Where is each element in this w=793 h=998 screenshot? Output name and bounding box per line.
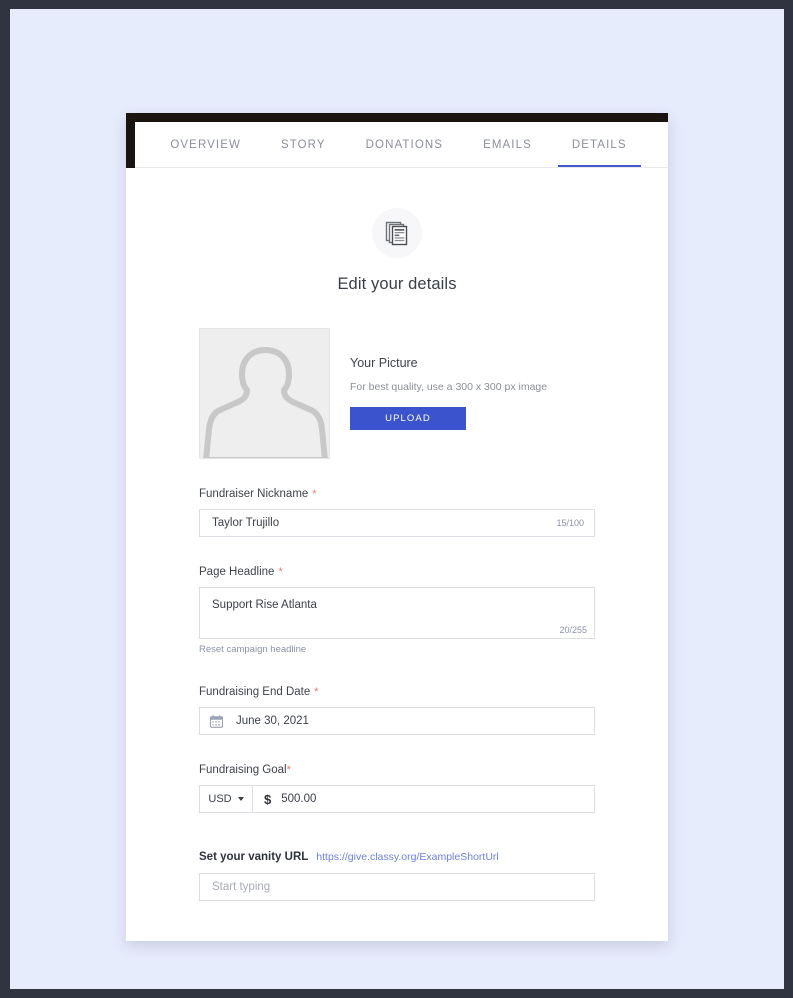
details-card: OVERVIEW STORY DONATIONS EMAILS DETAILS bbox=[126, 113, 668, 941]
goal-input-row: USD $ bbox=[199, 785, 595, 813]
field-fundraising-goal: Fundraising Goal* USD $ bbox=[199, 764, 595, 813]
tab-donations-label: DONATIONS bbox=[365, 138, 444, 151]
vanity-url-input[interactable] bbox=[210, 880, 584, 894]
tab-bar: OVERVIEW STORY DONATIONS EMAILS DETAILS bbox=[135, 122, 668, 168]
vanity-url-label: Set your vanity URL bbox=[199, 851, 309, 863]
vanity-label-row: Set your vanity URL https://give.classy.… bbox=[199, 851, 595, 863]
field-fundraiser-nickname: Fundraiser Nickname* 15/100 bbox=[199, 488, 595, 537]
nickname-input-wrap[interactable]: 15/100 bbox=[199, 509, 595, 537]
headline-label-text: Page Headline bbox=[199, 566, 275, 578]
tab-emails[interactable]: EMAILS bbox=[463, 122, 552, 167]
end-date-label: Fundraising End Date * bbox=[199, 686, 595, 698]
avatar[interactable] bbox=[199, 328, 330, 459]
end-date-label-text: Fundraising End Date bbox=[199, 686, 311, 698]
tab-story[interactable]: STORY bbox=[261, 122, 346, 167]
required-indicator: * bbox=[286, 764, 291, 776]
nickname-char-counter: 15/100 bbox=[556, 518, 584, 528]
currency-select[interactable]: USD bbox=[200, 786, 253, 812]
end-date-input[interactable] bbox=[234, 714, 584, 728]
headline-label: Page Headline * bbox=[199, 566, 595, 578]
page-canvas: OVERVIEW STORY DONATIONS EMAILS DETAILS bbox=[10, 9, 784, 989]
nickname-label-text: Fundraiser Nickname bbox=[199, 488, 309, 500]
nickname-input[interactable] bbox=[210, 516, 549, 530]
headline-textarea[interactable] bbox=[210, 597, 584, 619]
chevron-down-icon bbox=[237, 797, 244, 801]
tab-emails-label: EMAILS bbox=[483, 138, 532, 151]
header-block: Edit your details bbox=[126, 208, 668, 294]
required-indicator: * bbox=[312, 488, 317, 500]
goal-label-text: Fundraising Goal bbox=[199, 764, 287, 776]
goal-amount-input[interactable] bbox=[279, 786, 594, 812]
tab-overview-label: OVERVIEW bbox=[170, 138, 241, 151]
picture-hint: For best quality, use a 300 x 300 px ima… bbox=[350, 381, 548, 393]
goal-label: Fundraising Goal* bbox=[199, 764, 595, 776]
card-body: Edit your details Your Picture For best … bbox=[126, 168, 668, 941]
reset-campaign-headline-link[interactable]: Reset campaign headline bbox=[199, 644, 306, 655]
currency-select-value: USD bbox=[208, 793, 232, 805]
picture-info: Your Picture For best quality, use a 300… bbox=[330, 328, 547, 430]
tab-details-label: DETAILS bbox=[571, 138, 627, 151]
currency-symbol: $ bbox=[264, 791, 272, 807]
tabbar-frame: OVERVIEW STORY DONATIONS EMAILS DETAILS bbox=[126, 113, 668, 168]
field-fundraising-end-date: Fundraising End Date * bbox=[199, 686, 595, 735]
nickname-label: Fundraiser Nickname * bbox=[199, 488, 595, 500]
browser-window-frame: OVERVIEW STORY DONATIONS EMAILS DETAILS bbox=[0, 0, 793, 998]
tab-details[interactable]: DETAILS bbox=[552, 122, 647, 167]
required-indicator: * bbox=[278, 566, 283, 578]
headline-textarea-wrap[interactable]: 20/255 bbox=[199, 587, 595, 639]
documents-icon bbox=[372, 208, 422, 258]
page-title: Edit your details bbox=[337, 275, 457, 293]
calendar-icon bbox=[210, 714, 223, 728]
tab-story-label: STORY bbox=[280, 138, 326, 151]
person-silhouette-icon bbox=[203, 347, 328, 458]
end-date-input-wrap[interactable] bbox=[199, 707, 595, 735]
tab-donations[interactable]: DONATIONS bbox=[346, 122, 463, 167]
field-vanity-url: Set your vanity URL https://give.classy.… bbox=[199, 851, 595, 901]
headline-char-counter: 20/255 bbox=[559, 625, 587, 635]
picture-label: Your Picture bbox=[350, 356, 418, 370]
vanity-url-input-wrap[interactable] bbox=[199, 873, 595, 901]
upload-button[interactable]: UPLOAD bbox=[350, 407, 466, 430]
tab-overview[interactable]: OVERVIEW bbox=[150, 122, 261, 167]
field-page-headline: Page Headline* 20/255 Reset campaign hea… bbox=[199, 566, 595, 657]
details-form: Your Picture For best quality, use a 300… bbox=[199, 294, 595, 901]
vanity-url-example-link[interactable]: https://give.classy.org/ExampleShortUrl bbox=[316, 851, 498, 863]
required-indicator: * bbox=[314, 686, 319, 698]
picture-row: Your Picture For best quality, use a 300… bbox=[199, 328, 595, 459]
